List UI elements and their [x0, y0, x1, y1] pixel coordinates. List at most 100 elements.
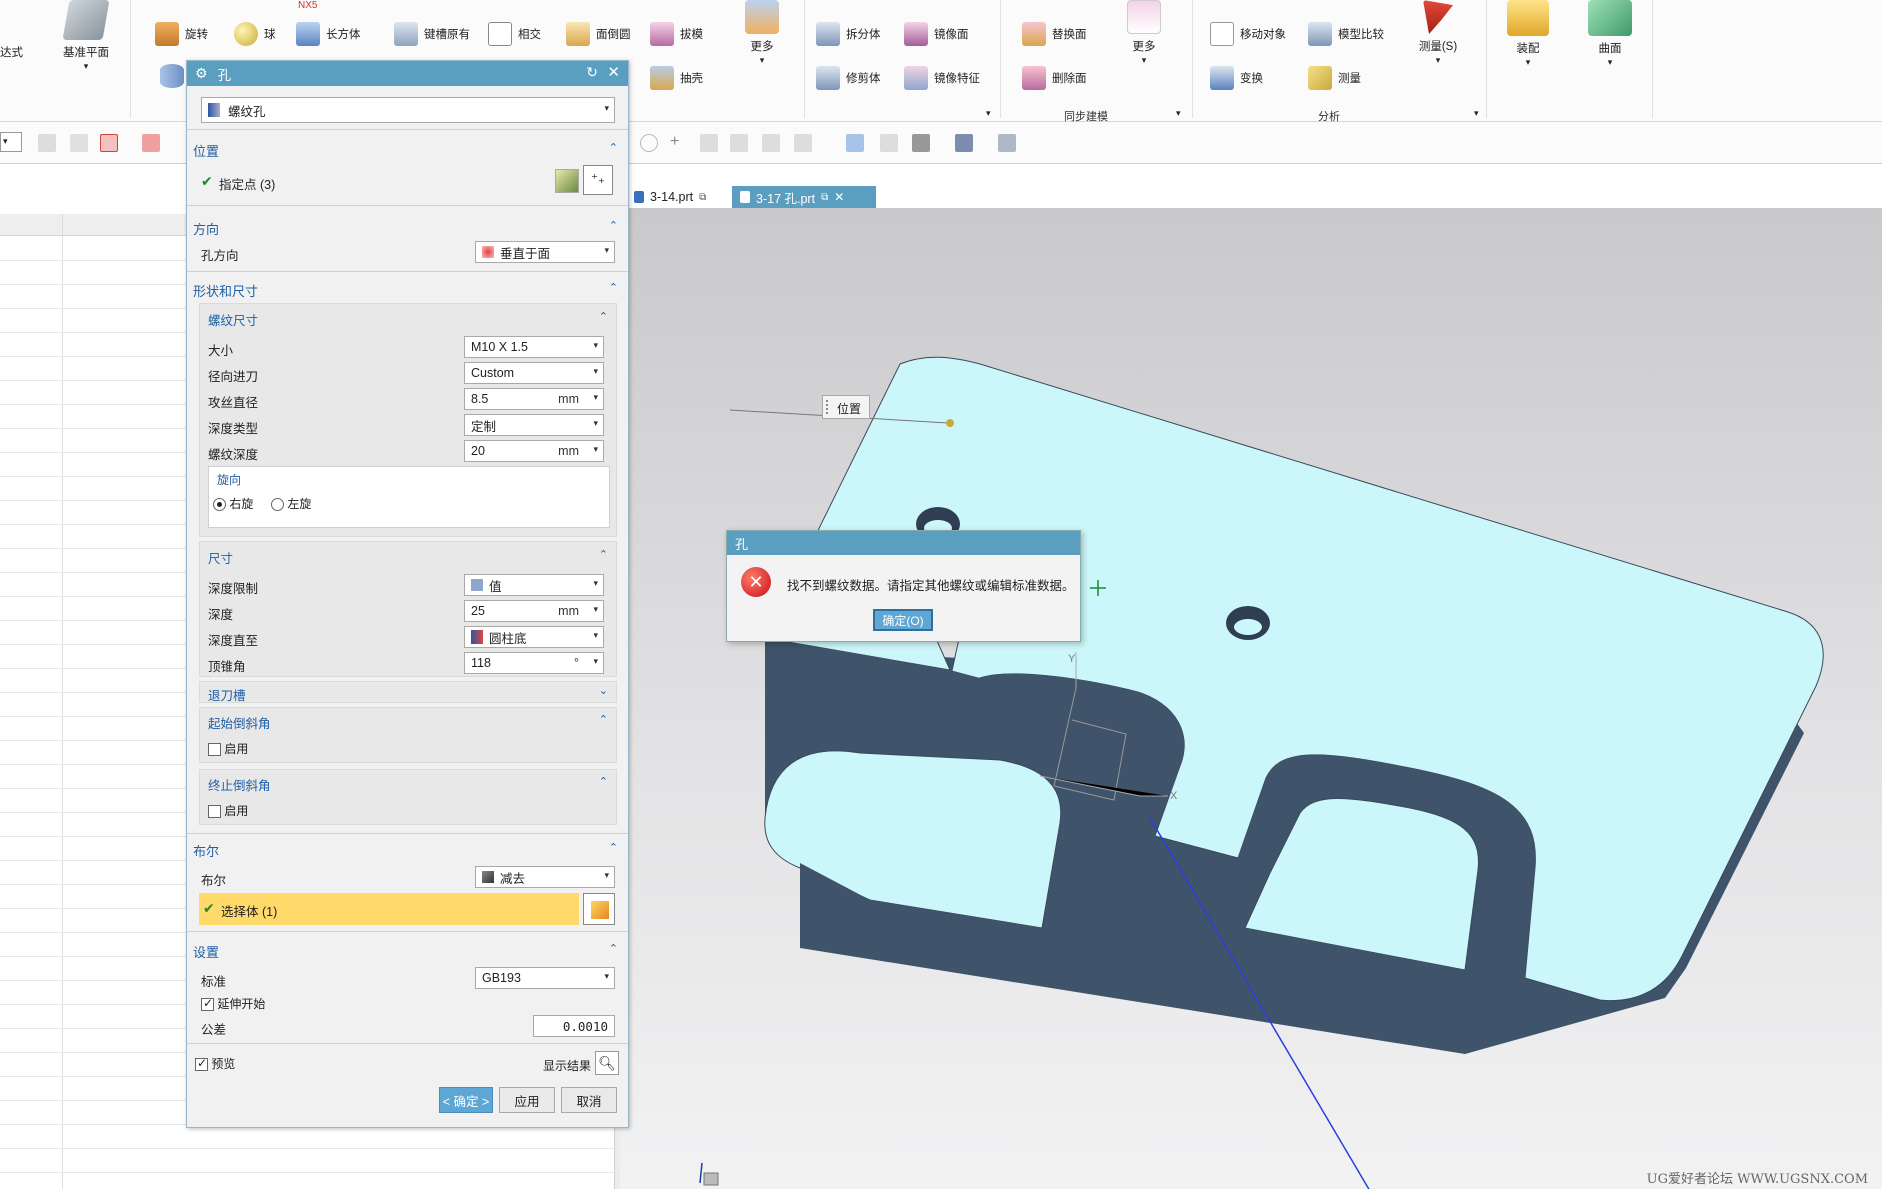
intersect-button[interactable]: 相交 [488, 22, 541, 46]
depth-limit-dropdown[interactable]: 值 ▾ [464, 574, 604, 596]
chevron-down-icon[interactable]: ▾ [593, 392, 598, 403]
chevron-down-icon[interactable]: ⌄ [599, 684, 608, 697]
tab-3-17[interactable]: 3-17 孔.prt ⧉ ✕ [732, 186, 876, 208]
chevron-down-icon[interactable]: ▾ [593, 604, 598, 615]
chevron-up-icon[interactable]: ⌃ [599, 775, 608, 788]
line-snap-icon[interactable] [700, 134, 718, 152]
close-icon[interactable]: ✕ [834, 190, 844, 204]
gear-icon[interactable]: ⚙ [195, 65, 208, 82]
filter-dropdown[interactable]: ▾ [0, 132, 22, 152]
face-blend-button[interactable]: 面倒圆 [566, 22, 631, 46]
dialog-title-bar[interactable]: ⚙ 孔 ↻ ✕ [187, 61, 628, 86]
shape-size-section-header[interactable]: 形状和尺寸 [193, 281, 258, 300]
move-object-button[interactable]: 移动对象 [1210, 22, 1286, 46]
preview-checkbox[interactable]: 预览 [195, 1055, 235, 1072]
layer-icon[interactable] [998, 134, 1016, 152]
cylinder-button[interactable] [160, 64, 184, 88]
model-compare-button[interactable]: 模型比较 [1308, 22, 1384, 46]
chevron-up-icon[interactable]: ⌃ [609, 141, 618, 154]
standard-dropdown[interactable]: GB193 ▾ [475, 967, 615, 989]
ribbon-left-partial[interactable]: 达式 [0, 44, 23, 60]
cancel-button[interactable]: 取消 [561, 1087, 617, 1113]
select-body-row[interactable]: ✔ 选择体 (1) [199, 893, 579, 925]
boolean-section-header[interactable]: 布尔 [193, 841, 219, 860]
end-chamfer-enable-checkbox[interactable]: 启用 [208, 802, 248, 819]
hole-direction-dropdown[interactable]: 垂直于面 ▾ [475, 241, 615, 263]
chevron-down-icon[interactable]: ▾ [593, 656, 598, 667]
sphere-button[interactable]: 球 [234, 22, 276, 46]
relief-header[interactable]: 退刀槽 [208, 685, 246, 704]
circle-snap-icon[interactable] [640, 134, 658, 152]
datum-plane-button[interactable]: 基准平面 ▾ [46, 0, 126, 72]
plus-snap-icon[interactable]: + [670, 134, 688, 152]
tip-angle-input[interactable]: 118 ° ▾ [464, 652, 604, 674]
snap-point-icon[interactable] [142, 134, 160, 152]
measure-button[interactable]: 测量(S) ▾ [1398, 0, 1478, 66]
dimensions-header[interactable]: 尺寸 [208, 548, 233, 567]
position-tag[interactable]: 位置 [822, 395, 871, 419]
right-hand-radio[interactable]: 右旋 [213, 495, 253, 512]
thread-depth-input[interactable]: 20 mm ▾ [464, 440, 604, 462]
trim-body-button[interactable]: 修剪体 [816, 66, 881, 90]
boolean-dropdown[interactable]: 减去 ▾ [475, 866, 615, 888]
depth-input[interactable]: 25 mm ▾ [464, 600, 604, 622]
surface-button[interactable]: 曲面 ▾ [1570, 0, 1650, 68]
point-icon[interactable] [100, 134, 118, 152]
start-chamfer-header[interactable]: 起始倒斜角 [208, 713, 271, 732]
left-hand-radio[interactable]: 左旋 [271, 495, 311, 512]
replace-face-button[interactable]: 替换面 [1022, 22, 1087, 46]
delete-face-button[interactable]: 删除面 [1022, 66, 1087, 90]
hole-type-dropdown[interactable]: 螺纹孔 ▾ [201, 97, 615, 123]
assembly-button[interactable]: 装配 ▾ [1488, 0, 1568, 68]
shell-button[interactable]: 抽壳 [650, 66, 703, 90]
more-button-2[interactable]: 更多 ▾ [1104, 0, 1184, 66]
chevron-up-icon[interactable]: ⌃ [609, 281, 618, 294]
more-button-1[interactable]: 更多 ▾ [722, 0, 802, 66]
keyslot-button[interactable]: 键槽原有 [394, 22, 470, 46]
chevron-down-icon[interactable]: ▾ [1176, 108, 1181, 119]
block-button[interactable]: 长方体 [296, 22, 361, 46]
mirror-feature-button[interactable]: 镜像特征 [904, 66, 980, 90]
sketch-section-icon[interactable] [555, 169, 579, 193]
draft-button[interactable]: 拔模 [650, 22, 703, 46]
add-point-icon[interactable]: ⁺₊ [583, 165, 613, 195]
transform-button[interactable]: 变换 [1210, 66, 1263, 90]
tap-drill-input[interactable]: 8.5 mm ▾ [464, 388, 604, 410]
depth-type-dropdown[interactable]: 定制 ▾ [464, 414, 604, 436]
ok-button[interactable]: < 确定 > [439, 1087, 493, 1113]
drag-handle-icon[interactable] [826, 400, 831, 414]
sketch-icon[interactable] [846, 134, 864, 152]
position-section-header[interactable]: 位置 [193, 141, 219, 160]
extend-start-checkbox[interactable]: 延伸开始 [201, 995, 265, 1012]
face-snap-icon[interactable] [762, 134, 780, 152]
chevron-up-icon[interactable]: ⌃ [599, 310, 608, 323]
view-icon[interactable] [880, 134, 898, 152]
tab-detach-icon[interactable]: ⧉ [821, 192, 828, 203]
direction-section-header[interactable]: 方向 [193, 219, 219, 238]
graphics-window[interactable]: Y X 位置 [620, 208, 1882, 1189]
arc-snap-icon[interactable] [730, 134, 748, 152]
thread-size-header[interactable]: 螺纹尺寸 [208, 310, 258, 329]
chevron-down-icon[interactable]: ▾ [1474, 108, 1479, 119]
tab-3-14[interactable]: 3-14.prt ⧉ [626, 186, 726, 208]
model-view[interactable] [620, 208, 1882, 1189]
close-icon[interactable]: ✕ [607, 63, 620, 81]
render-icon[interactable] [912, 134, 930, 152]
start-chamfer-enable-checkbox[interactable]: 启用 [208, 740, 248, 757]
error-ok-button[interactable]: 确定(O) [873, 609, 933, 631]
split-body-button[interactable]: 拆分体 [816, 22, 881, 46]
measure-small-button[interactable]: 测量 [1308, 66, 1361, 90]
grid-snap-icon[interactable] [794, 134, 812, 152]
specify-point-label[interactable]: 指定点 (3) [219, 174, 275, 193]
chevron-up-icon[interactable]: ⌃ [609, 841, 618, 854]
snap-icon-2[interactable] [70, 134, 88, 152]
tolerance-input[interactable]: 0.0010 [533, 1015, 615, 1037]
snap-icon[interactable] [38, 134, 56, 152]
chevron-down-icon[interactable]: ▾ [593, 444, 598, 455]
search-icon[interactable]: 🔍︎ [595, 1051, 619, 1075]
cube-view-icon[interactable] [955, 134, 973, 152]
chevron-up-icon[interactable]: ⌃ [599, 548, 608, 561]
size-dropdown[interactable]: M10 X 1.5 ▾ [464, 336, 604, 358]
chevron-down-icon[interactable]: ▾ [986, 108, 991, 119]
mirror-face-button[interactable]: 镜像面 [904, 22, 969, 46]
